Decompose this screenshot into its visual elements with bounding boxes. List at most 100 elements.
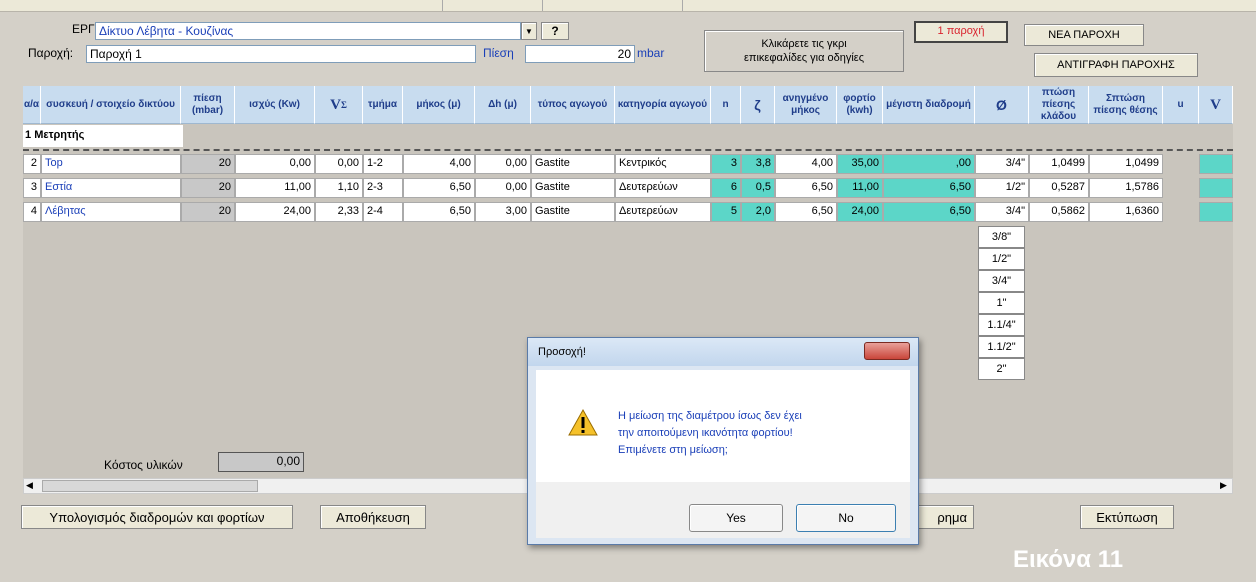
cell-num[interactable]: 4 xyxy=(23,202,41,222)
scroll-left-icon[interactable]: ◀ xyxy=(26,480,33,491)
cell-maxroute[interactable]: 6,50 xyxy=(883,202,975,222)
cell-v[interactable] xyxy=(1199,178,1233,198)
col-header-load[interactable]: φορτίο (kwh) xyxy=(837,86,883,124)
col-header-pipe-type[interactable]: τύπος αγωγού xyxy=(531,86,615,124)
yes-button[interactable]: Yes xyxy=(689,504,783,532)
cell-eq_len[interactable]: 6,50 xyxy=(775,202,837,222)
supply-field[interactable]: Παροχή 1 xyxy=(86,45,476,63)
cell-dh[interactable]: 3,00 xyxy=(475,202,531,222)
cell-segment[interactable]: 2-3 xyxy=(363,178,403,198)
col-header-equiv-length[interactable]: ανηγμένο μήκος xyxy=(775,86,837,124)
col-header-diameter[interactable]: Ø xyxy=(975,86,1029,124)
col-header-pressure[interactable]: πίεση (mbar) xyxy=(181,86,235,124)
cell-dia[interactable]: 1/2" xyxy=(975,178,1029,198)
cell-pressure[interactable]: 20 xyxy=(181,202,235,222)
col-header-v[interactable]: V xyxy=(1199,86,1233,124)
diameter-option[interactable]: 2" xyxy=(978,358,1025,380)
partial-button[interactable]: ρημα xyxy=(914,505,974,529)
cell-pipe[interactable]: Gastite xyxy=(531,178,615,198)
cell-load[interactable]: 11,00 xyxy=(837,178,883,198)
cell-dh[interactable]: 0,00 xyxy=(475,178,531,198)
col-header-u[interactable]: u xyxy=(1163,86,1199,124)
cell-num[interactable]: 3 xyxy=(23,178,41,198)
col-header-zeta[interactable]: ζ xyxy=(741,86,775,124)
scroll-right-icon[interactable]: ▶ xyxy=(1220,480,1227,491)
cell-z[interactable]: 2,0 xyxy=(741,202,775,222)
copy-supply-button[interactable]: ΑΝΤΙΓΡΑΦΗ ΠΑΡΟΧΗΣ xyxy=(1034,53,1198,77)
cell-drop[interactable]: 1,0499 xyxy=(1029,154,1089,174)
cell-length[interactable]: 6,50 xyxy=(403,202,475,222)
cell-pipe[interactable]: Gastite xyxy=(531,202,615,222)
cell-name[interactable]: Top xyxy=(41,154,181,174)
cell-name[interactable]: Εστία xyxy=(41,178,181,198)
col-header-total-drop[interactable]: Σπτώση πίεσης θέσης xyxy=(1089,86,1163,124)
diameter-option[interactable]: 3/8" xyxy=(978,226,1025,248)
cell-name[interactable]: Λέβητας xyxy=(41,202,181,222)
cell-drop[interactable]: 0,5862 xyxy=(1029,202,1089,222)
cell-maxroute[interactable]: ,00 xyxy=(883,154,975,174)
print-button[interactable]: Εκτύπωση xyxy=(1080,505,1174,529)
col-header-length[interactable]: μήκος (μ) xyxy=(403,86,475,124)
meter-row[interactable]: 1 Μετρητής xyxy=(23,125,183,147)
diameter-option[interactable]: 3/4" xyxy=(978,270,1025,292)
cell-segment[interactable]: 2-4 xyxy=(363,202,403,222)
scrollbar-thumb[interactable] xyxy=(42,480,258,492)
col-header-segment[interactable]: τμήμα xyxy=(363,86,403,124)
cell-drop[interactable]: 0,5287 xyxy=(1029,178,1089,198)
cell-vs[interactable]: 0,00 xyxy=(315,154,363,174)
cell-pipe[interactable]: Gastite xyxy=(531,154,615,174)
cell-sumdrop[interactable]: 1,6360 xyxy=(1089,202,1163,222)
dropdown-arrow-icon[interactable]: ▼ xyxy=(521,22,537,40)
cell-power[interactable]: 0,00 xyxy=(235,154,315,174)
cell-dia[interactable]: 3/4" xyxy=(975,202,1029,222)
cell-sumdrop[interactable]: 1,5786 xyxy=(1089,178,1163,198)
cell-eq_len[interactable]: 4,00 xyxy=(775,154,837,174)
cell-vs[interactable]: 1,10 xyxy=(315,178,363,198)
cell-segment[interactable]: 1-2 xyxy=(363,154,403,174)
cell-v[interactable] xyxy=(1199,154,1233,174)
cell-power[interactable]: 11,00 xyxy=(235,178,315,198)
project-field[interactable]: Δίκτυο Λέβητα - Κουζίνας xyxy=(95,22,521,40)
calculate-button[interactable]: Υπολογισμός διαδρομών και φορτίων xyxy=(21,505,293,529)
close-icon[interactable] xyxy=(864,342,910,360)
col-header-vs[interactable]: VΣ xyxy=(315,86,363,124)
col-header-max-route[interactable]: μέγιστη διαδρομή xyxy=(883,86,975,124)
cell-sumdrop[interactable]: 1,0499 xyxy=(1089,154,1163,174)
pressure-field[interactable]: 20 xyxy=(525,45,635,63)
diameter-option[interactable]: 1.1/2" xyxy=(978,336,1025,358)
diameter-option[interactable]: 1.1/4" xyxy=(978,314,1025,336)
cell-category[interactable]: Δευτερεύων xyxy=(615,202,711,222)
col-header-power[interactable]: ισχύς (Kw) xyxy=(235,86,315,124)
cell-load[interactable]: 35,00 xyxy=(837,154,883,174)
cell-power[interactable]: 24,00 xyxy=(235,202,315,222)
cell-category[interactable]: Δευτερεύων xyxy=(615,178,711,198)
col-header-dh[interactable]: Δh (μ) xyxy=(475,86,531,124)
cell-n[interactable]: 6 xyxy=(711,178,741,198)
cell-z[interactable]: 0,5 xyxy=(741,178,775,198)
cell-dia[interactable]: 3/4" xyxy=(975,154,1029,174)
diameter-option[interactable]: 1" xyxy=(978,292,1025,314)
cell-pressure[interactable]: 20 xyxy=(181,178,235,198)
cell-num[interactable]: 2 xyxy=(23,154,41,174)
col-header-device[interactable]: συσκευή / στοιχείο δικτύου xyxy=(41,86,181,124)
cell-maxroute[interactable]: 6,50 xyxy=(883,178,975,198)
save-button[interactable]: Αποθήκευση xyxy=(320,505,426,529)
col-header-index[interactable]: α/α xyxy=(23,86,41,124)
cell-category[interactable]: Κεντρικός xyxy=(615,154,711,174)
cell-vs[interactable]: 2,33 xyxy=(315,202,363,222)
cell-z[interactable]: 3,8 xyxy=(741,154,775,174)
cell-n[interactable]: 3 xyxy=(711,154,741,174)
no-button[interactable]: No xyxy=(796,504,896,532)
cell-pressure[interactable]: 20 xyxy=(181,154,235,174)
col-header-n[interactable]: n xyxy=(711,86,741,124)
cell-length[interactable]: 4,00 xyxy=(403,154,475,174)
cell-n[interactable]: 5 xyxy=(711,202,741,222)
cell-dh[interactable]: 0,00 xyxy=(475,154,531,174)
col-header-branch-drop[interactable]: πτώση πίεσης κλάδου xyxy=(1029,86,1089,124)
help-button[interactable]: ? xyxy=(541,22,569,40)
cell-eq_len[interactable]: 6,50 xyxy=(775,178,837,198)
cell-load[interactable]: 24,00 xyxy=(837,202,883,222)
new-supply-button[interactable]: ΝΕΑ ΠΑΡΟΧΗ xyxy=(1024,24,1144,46)
col-header-pipe-category[interactable]: κατηγορία αγωγού xyxy=(615,86,711,124)
cell-v[interactable] xyxy=(1199,202,1233,222)
